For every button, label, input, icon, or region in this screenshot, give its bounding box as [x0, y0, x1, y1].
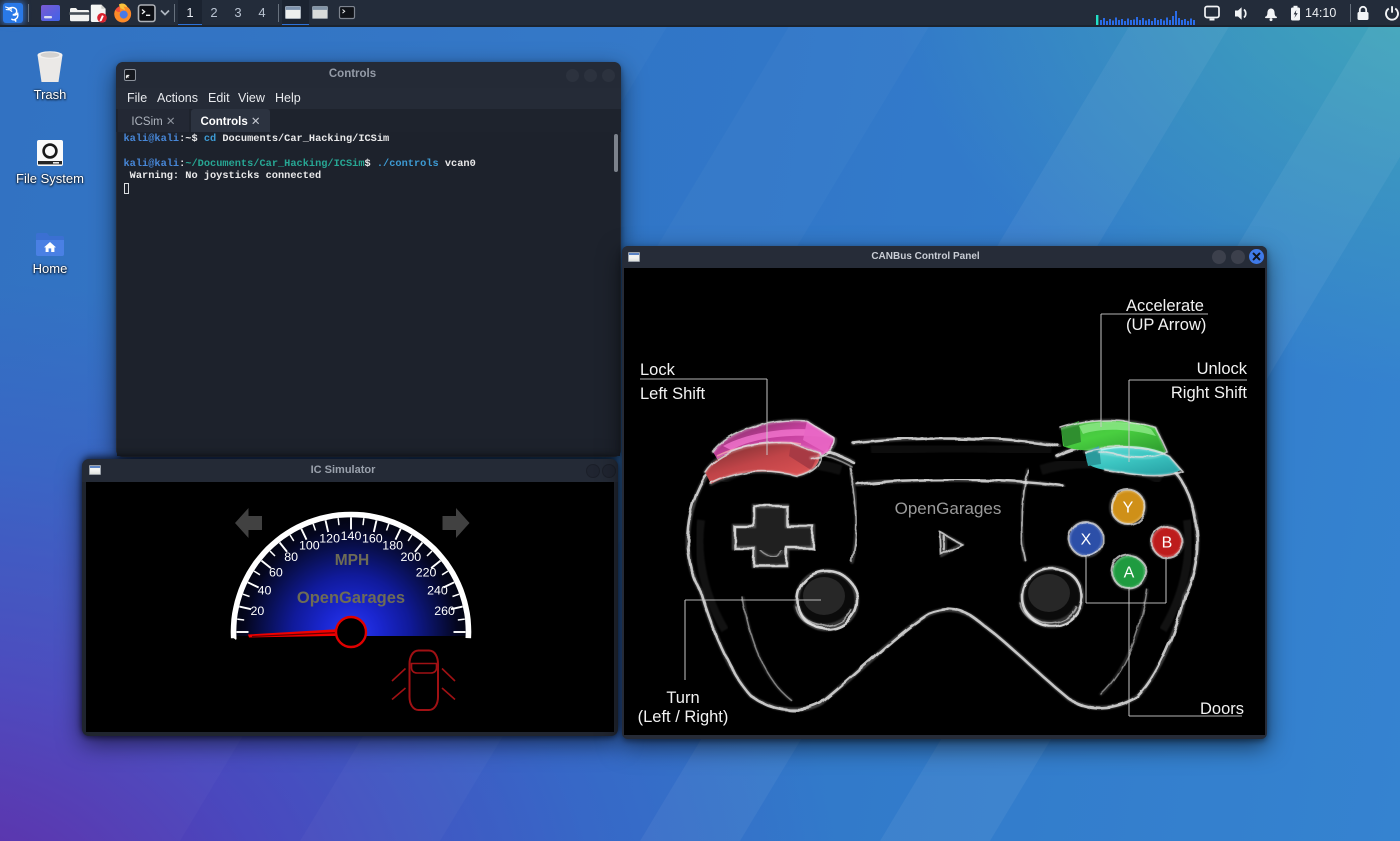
svg-text:Left Shift: Left Shift — [640, 385, 706, 403]
svg-text:Accelerate: Accelerate — [1126, 297, 1204, 315]
svg-text:80: 80 — [284, 550, 298, 564]
svg-text:Unlock: Unlock — [1197, 360, 1248, 378]
svg-text:(Left / Right): (Left / Right) — [638, 708, 729, 726]
svg-text:40: 40 — [258, 584, 272, 598]
svg-text:MPH: MPH — [335, 552, 369, 569]
svg-text:100: 100 — [299, 539, 320, 553]
svg-text:Lock: Lock — [640, 361, 676, 379]
svg-text:140: 140 — [341, 529, 362, 543]
svg-text:240: 240 — [427, 584, 448, 598]
svg-text:(UP Arrow): (UP Arrow) — [1126, 316, 1206, 334]
svg-text:160: 160 — [362, 532, 383, 546]
svg-text:200: 200 — [401, 550, 422, 564]
svg-text:220: 220 — [416, 565, 437, 579]
svg-text:B: B — [1162, 535, 1173, 552]
svg-text:60: 60 — [269, 565, 283, 579]
svg-text:A: A — [1124, 565, 1135, 582]
svg-text:Y: Y — [1123, 500, 1134, 517]
svg-text:X: X — [1081, 532, 1092, 549]
svg-text:Turn: Turn — [666, 689, 699, 707]
svg-text:OpenGarages: OpenGarages — [297, 589, 405, 607]
svg-text:120: 120 — [319, 532, 340, 546]
svg-text:OpenGarages: OpenGarages — [895, 499, 1002, 518]
svg-text:Doors: Doors — [1200, 700, 1244, 718]
svg-text:Right Shift: Right Shift — [1171, 384, 1248, 402]
svg-text:260: 260 — [434, 604, 455, 618]
svg-text:20: 20 — [251, 604, 265, 618]
